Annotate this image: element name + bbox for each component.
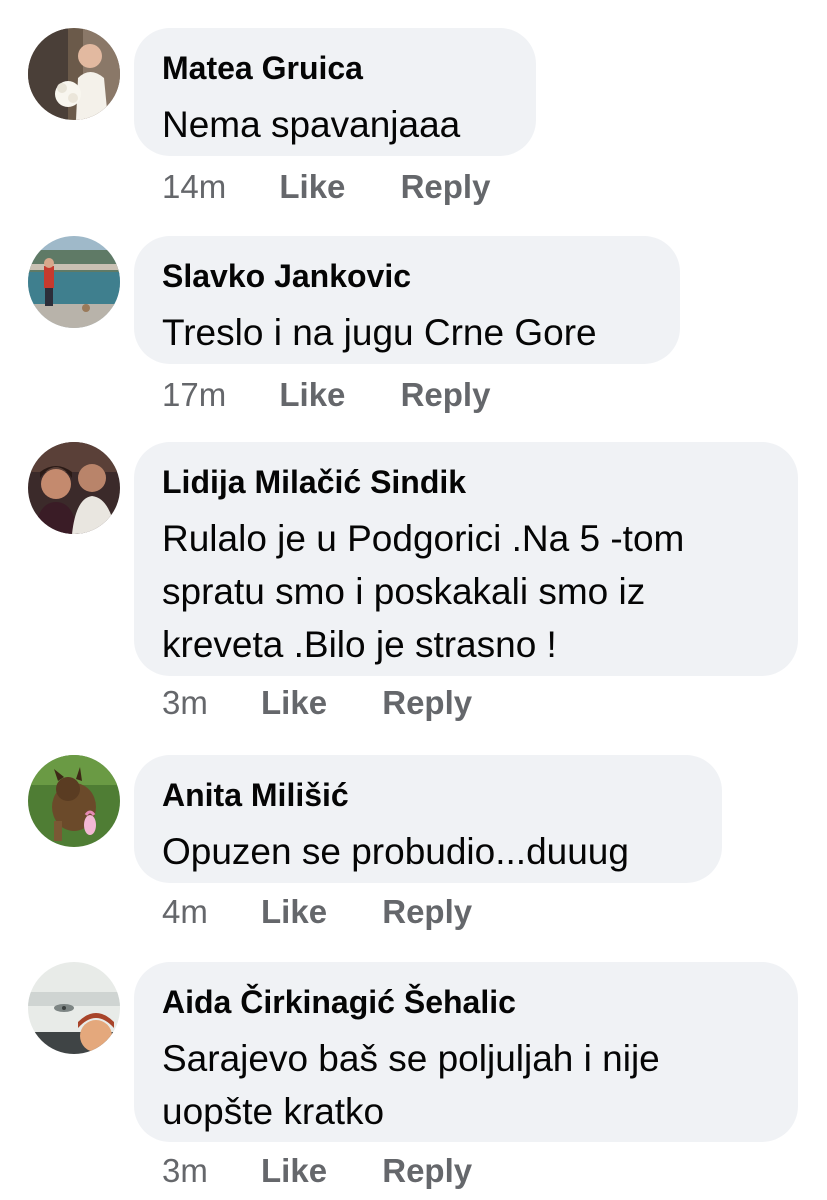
like-button[interactable]: Like: [279, 168, 345, 206]
reply-button[interactable]: Reply: [382, 684, 472, 722]
comment-text: Sarajevo baš se poljuljah i nije uopšte …: [162, 1038, 660, 1132]
comment-text: Treslo i na jugu Crne Gore: [162, 312, 597, 353]
selfie-photo-avatar[interactable]: [28, 962, 120, 1054]
couple-photo-avatar[interactable]: [28, 442, 120, 534]
reply-button[interactable]: Reply: [401, 376, 491, 414]
like-button[interactable]: Like: [261, 1152, 327, 1190]
comment-bubble: Aida Čirkinagić Šehalic Sarajevo baš se …: [134, 962, 798, 1142]
comment-author[interactable]: Anita Milišić: [162, 777, 349, 814]
comment-actions: 4m Like Reply: [162, 893, 472, 931]
comment-text: Opuzen se probudio...duuug: [162, 831, 629, 872]
comment-actions: 3m Like Reply: [162, 684, 472, 722]
comment-timestamp[interactable]: 3m: [162, 1152, 208, 1190]
like-button[interactable]: Like: [261, 684, 327, 722]
comment-bubble: Matea Gruica Nema spavanjaaa: [134, 28, 536, 156]
like-button[interactable]: Like: [279, 376, 345, 414]
comment-timestamp[interactable]: 17m: [162, 376, 226, 414]
comment-text: Nema spavanjaaa: [162, 104, 461, 145]
comment-bubble: Anita Milišić Opuzen se probudio...duuug: [134, 755, 722, 883]
reply-button[interactable]: Reply: [382, 1152, 472, 1190]
comment-timestamp[interactable]: 14m: [162, 168, 226, 206]
comment-timestamp[interactable]: 4m: [162, 893, 208, 931]
comment-author[interactable]: Slavko Jankovic: [162, 258, 411, 295]
like-button[interactable]: Like: [261, 893, 327, 931]
comment-author[interactable]: Lidija Milačić Sindik: [162, 464, 466, 501]
comment-timestamp[interactable]: 3m: [162, 684, 208, 722]
reply-button[interactable]: Reply: [382, 893, 472, 931]
seaside-photo-avatar[interactable]: [28, 236, 120, 328]
comment-actions: 17m Like Reply: [162, 376, 490, 414]
comment-actions: 14m Like Reply: [162, 168, 490, 206]
comment-bubble: Slavko Jankovic Treslo i na jugu Crne Go…: [134, 236, 680, 364]
comment-text: Rulalo je u Podgorici .Na 5 -tom spratu …: [162, 518, 685, 665]
bride-photo-avatar[interactable]: [28, 28, 120, 120]
comment-author[interactable]: Matea Gruica: [162, 50, 363, 87]
comment-bubble: Lidija Milačić Sindik Rulalo je u Podgor…: [134, 442, 798, 676]
dog-photo-avatar[interactable]: [28, 755, 120, 847]
comment-actions: 3m Like Reply: [162, 1152, 472, 1190]
comment-author[interactable]: Aida Čirkinagić Šehalic: [162, 984, 516, 1021]
reply-button[interactable]: Reply: [401, 168, 491, 206]
